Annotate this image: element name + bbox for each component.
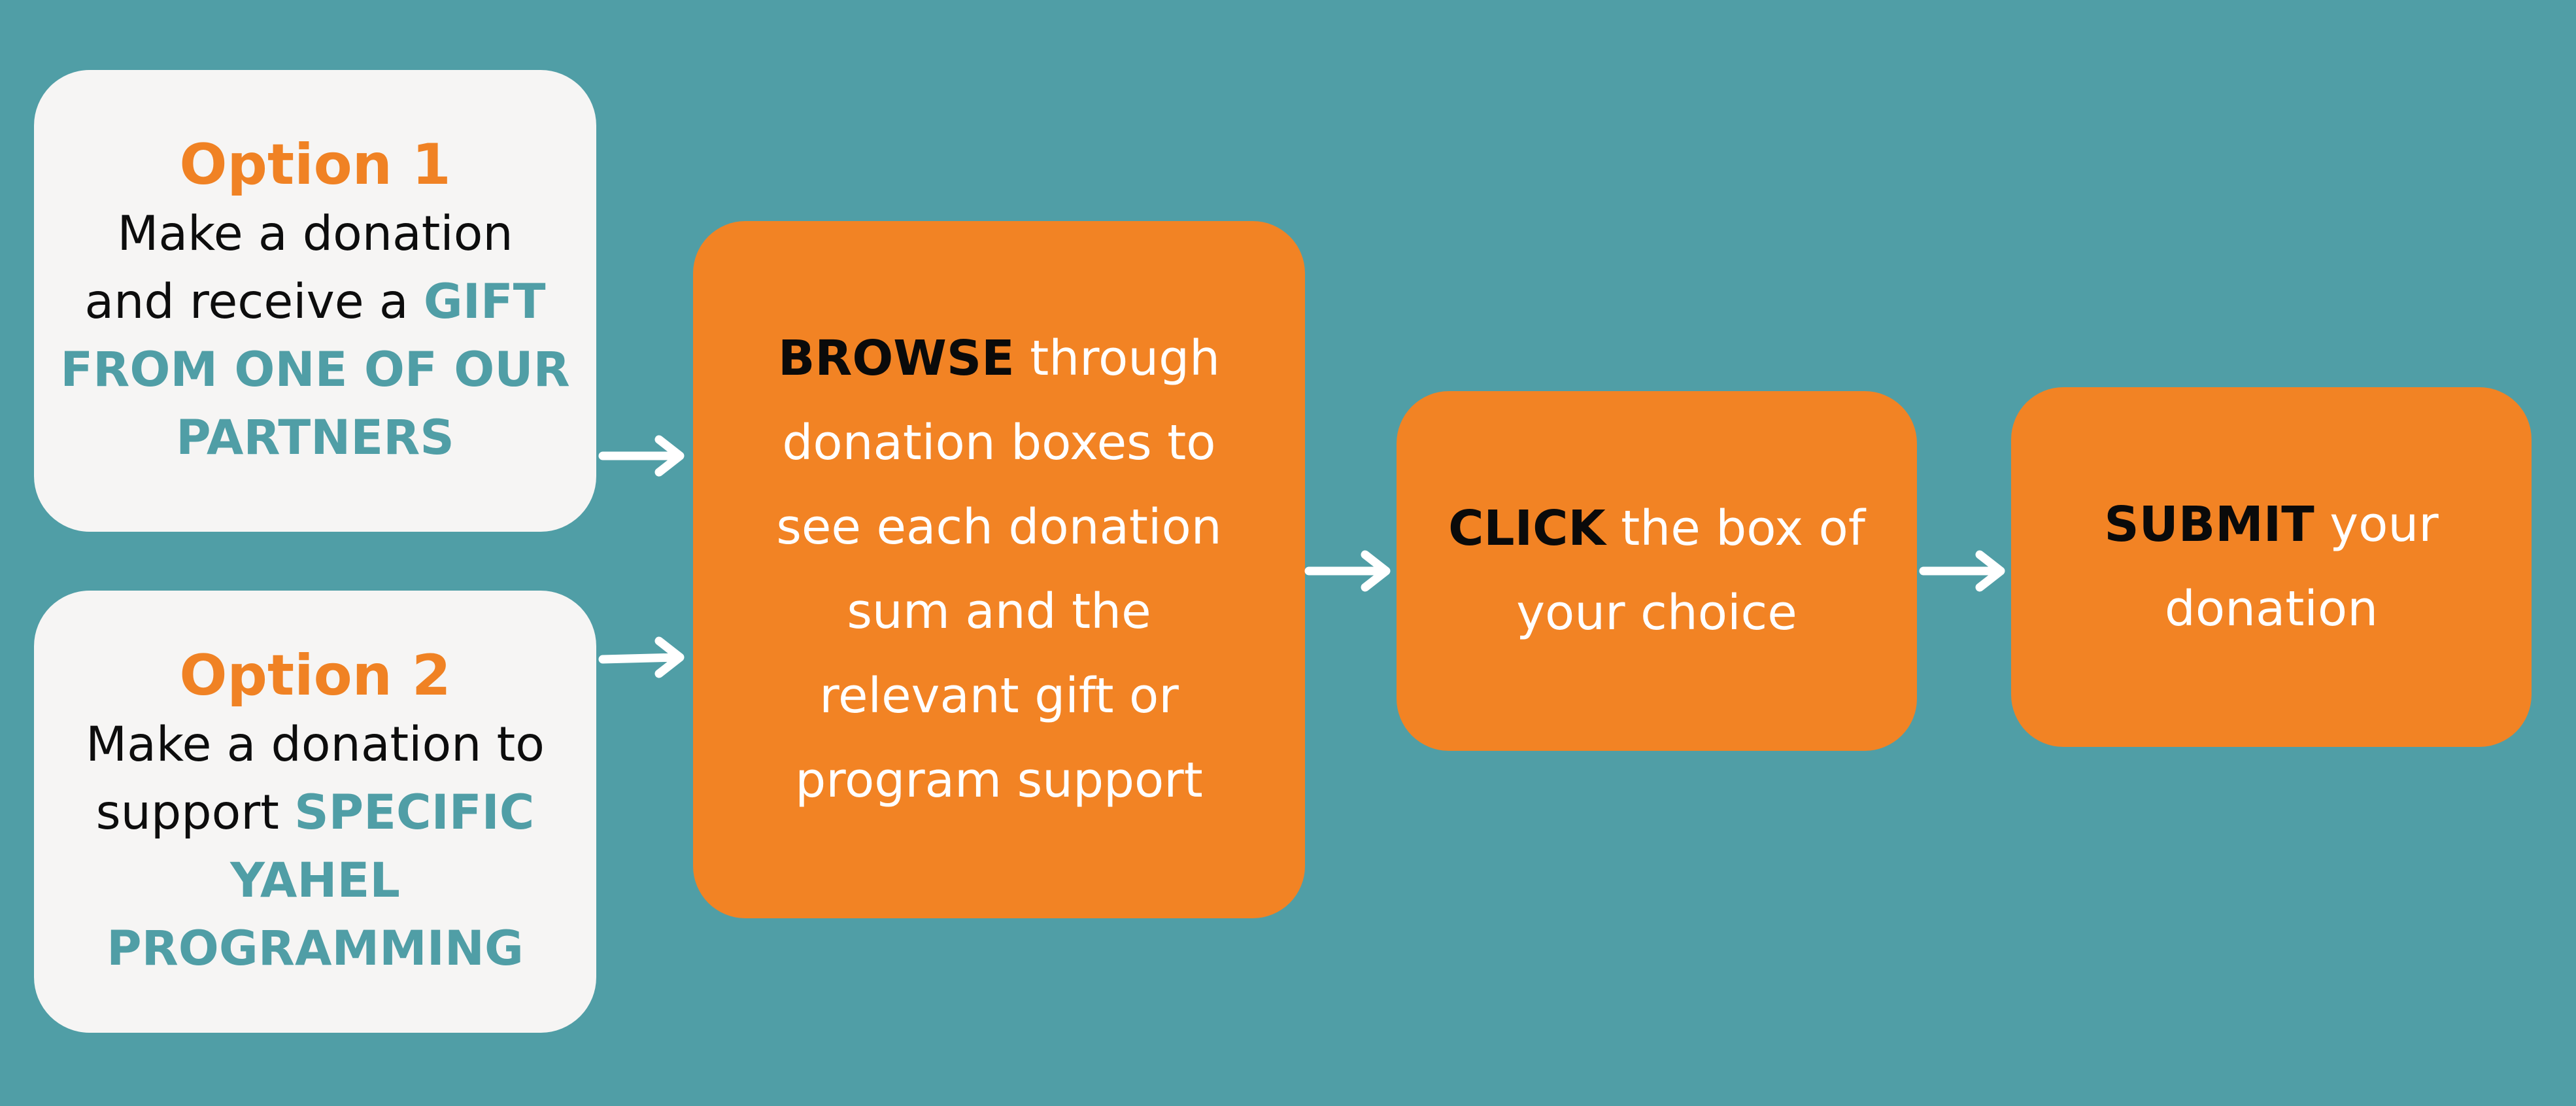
arrow-click-to-submit: [1919, 550, 2005, 592]
arrow-option-1-to-browse: [598, 435, 685, 477]
arrow-browse-to-click: [1304, 550, 1391, 592]
arrow-option-2-to-browse: [598, 636, 685, 678]
flow-arrows: [598, 435, 2005, 678]
